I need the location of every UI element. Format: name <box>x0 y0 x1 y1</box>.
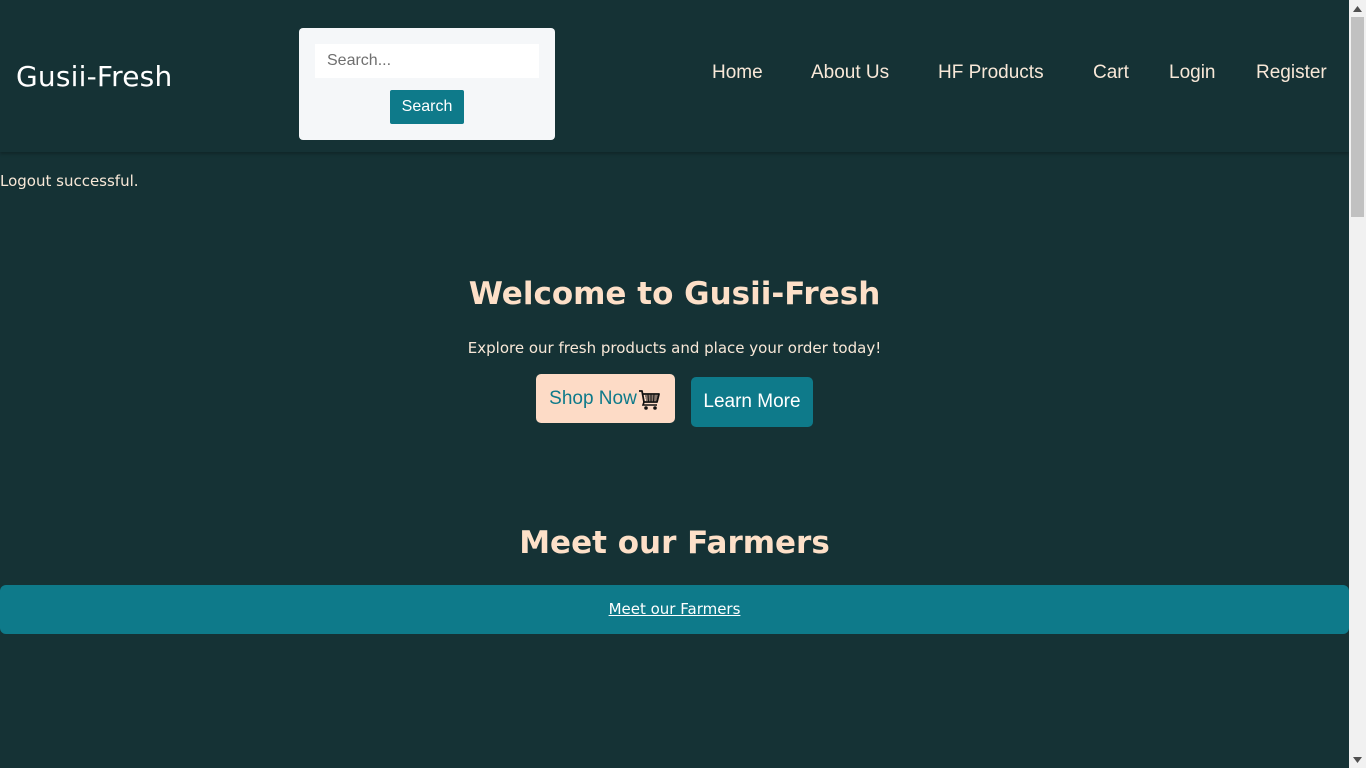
scrollbar-thumb[interactable] <box>1351 17 1364 217</box>
learn-more-button[interactable]: Learn More <box>691 377 813 427</box>
search-button[interactable]: Search <box>390 90 464 124</box>
nav-home[interactable]: Home <box>712 62 763 84</box>
vertical-scrollbar[interactable] <box>1349 0 1366 768</box>
shop-now-button[interactable]: Shop Now <box>536 374 675 423</box>
nav-hf-products[interactable]: HF Products <box>938 62 1044 84</box>
search-input[interactable] <box>315 44 539 78</box>
hero-title: Welcome to Gusii-Fresh <box>468 276 881 312</box>
nav-cart[interactable]: Cart <box>1093 62 1129 84</box>
scroll-up-arrow-icon[interactable] <box>1349 0 1366 17</box>
meet-farmers-link[interactable]: Meet our Farmers <box>0 600 1349 618</box>
farmers-section-title: Meet our Farmers <box>519 525 830 561</box>
page: Gusii-Fresh Search Home About Us HF Prod… <box>0 0 1349 768</box>
nav-about-us[interactable]: About Us <box>811 62 889 84</box>
search-panel: Search <box>299 28 555 140</box>
site-header: Gusii-Fresh Search Home About Us HF Prod… <box>0 0 1349 152</box>
hero-subtitle: Explore our fresh products and place you… <box>467 339 882 357</box>
shop-now-label: Shop Now <box>549 387 637 409</box>
shopping-cart-icon <box>638 388 662 412</box>
site-logo[interactable]: Gusii-Fresh <box>16 60 172 93</box>
scroll-down-arrow-icon[interactable] <box>1349 751 1366 768</box>
nav-register[interactable]: Register <box>1256 62 1327 84</box>
status-message: Logout successful. <box>0 172 139 190</box>
nav-login[interactable]: Login <box>1169 62 1216 84</box>
farmers-banner: Meet our Farmers <box>0 585 1349 634</box>
